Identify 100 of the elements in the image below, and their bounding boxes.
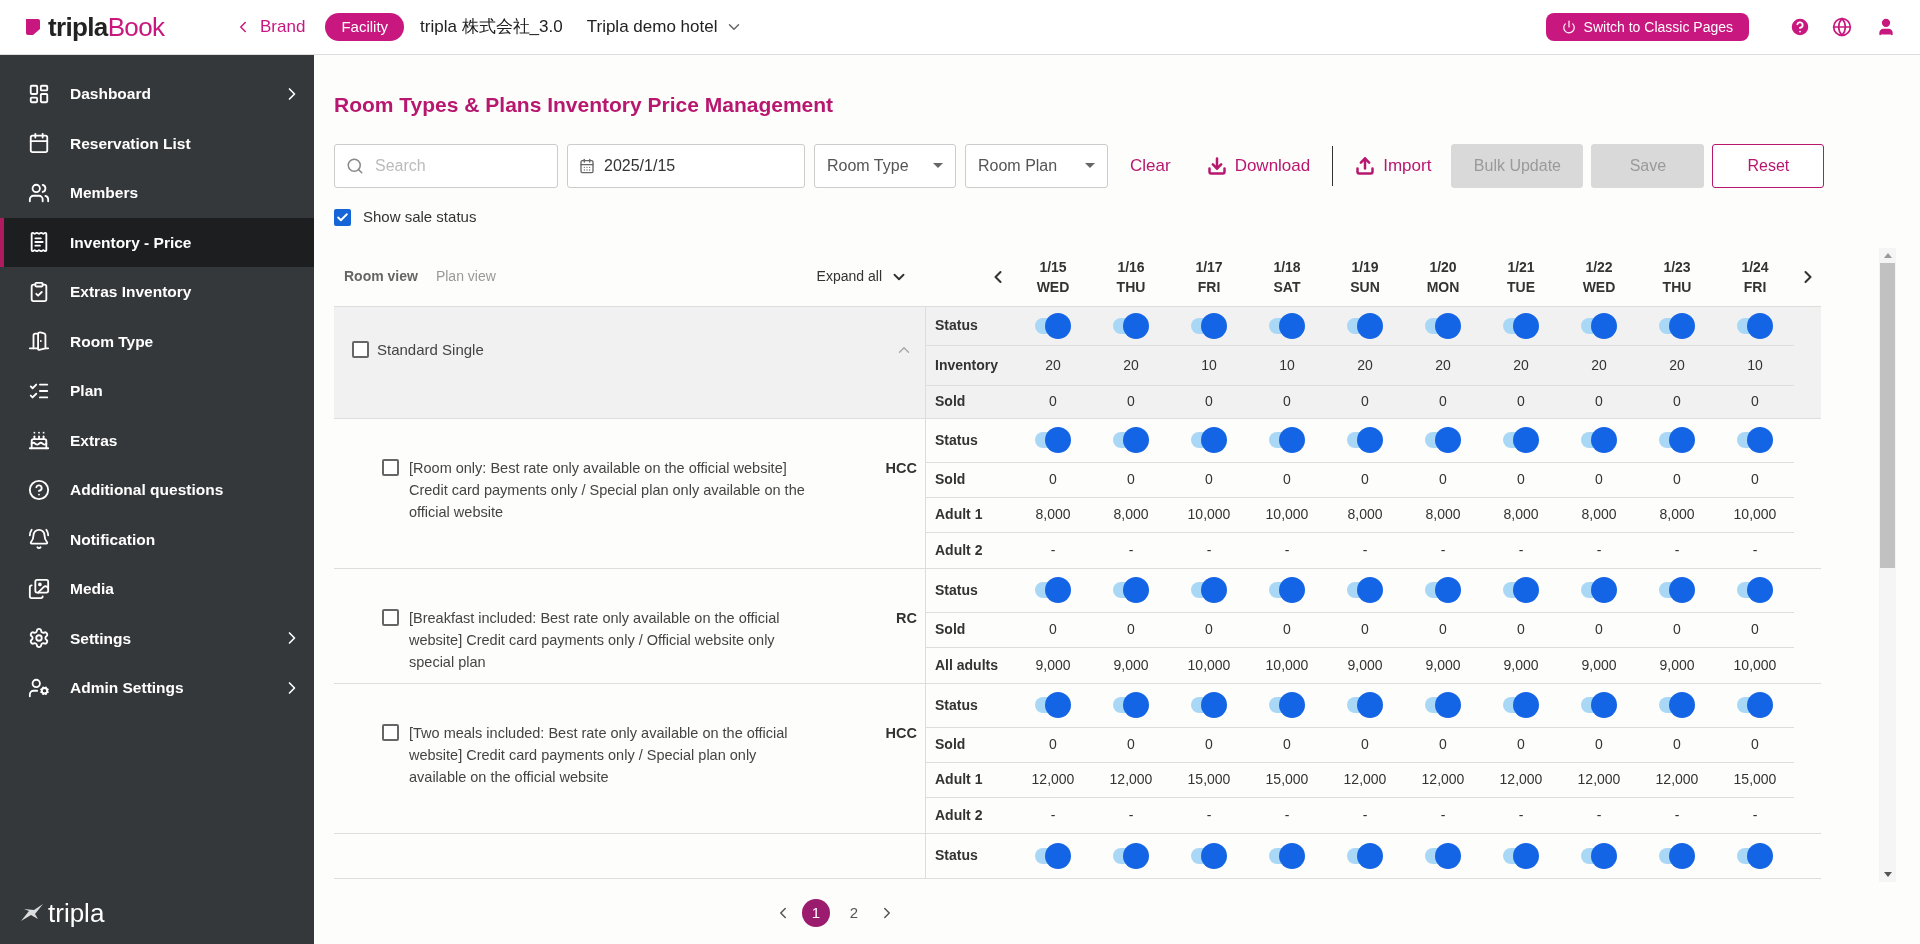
status-toggle[interactable]	[1113, 842, 1149, 869]
date-field[interactable]: 2025/1/15	[567, 143, 805, 188]
sidebar-item[interactable]: Plan	[0, 366, 314, 416]
room-type-dropdown[interactable]: Room Type	[814, 143, 956, 188]
table-cell-text: 8,000	[1346, 505, 1384, 524]
table-cell-text: 20	[1044, 355, 1062, 375]
status-toggle[interactable]	[1425, 842, 1461, 869]
status-toggle[interactable]	[1113, 427, 1149, 453]
status-toggle[interactable]	[1425, 577, 1461, 603]
date-column-header: 1/20 MON	[1425, 257, 1461, 297]
status-toggle[interactable]	[1269, 312, 1305, 339]
status-toggle[interactable]	[1347, 842, 1383, 869]
sidebar-item[interactable]: Media	[0, 564, 314, 614]
status-toggle[interactable]	[1737, 692, 1773, 718]
status-toggle[interactable]	[1425, 312, 1461, 339]
sidebar-item[interactable]: Extras Inventory	[0, 267, 314, 317]
status-toggle[interactable]	[1113, 312, 1149, 339]
sidebar-item[interactable]: Notification	[0, 514, 314, 564]
status-toggle[interactable]	[1737, 577, 1773, 603]
status-toggle[interactable]	[1347, 692, 1383, 718]
table-cell-text: 15,000	[1186, 770, 1232, 789]
status-toggle[interactable]	[1659, 692, 1695, 718]
sale-status-checkbox[interactable]	[334, 209, 351, 226]
import-button[interactable]: Import	[1355, 152, 1432, 179]
help-icon[interactable]	[1789, 16, 1811, 38]
table-cell-text: 0	[1204, 392, 1214, 411]
globe-icon[interactable]	[1832, 17, 1852, 37]
status-toggle[interactable]	[1191, 692, 1227, 718]
user-icon[interactable]	[1876, 17, 1896, 37]
table-cell-text: 0	[1360, 392, 1370, 411]
plan-code: HCC	[885, 723, 917, 743]
hotel-dropdown[interactable]: Tripla demo hotel	[586, 14, 744, 40]
status-toggle[interactable]	[1269, 577, 1305, 603]
reset-button[interactable]: Reset	[1712, 143, 1825, 188]
status-toggle[interactable]	[1503, 577, 1539, 603]
status-toggle[interactable]	[1503, 427, 1539, 453]
plan-checkbox[interactable]	[382, 723, 399, 741]
plan-checkbox[interactable]	[382, 458, 399, 476]
status-toggle[interactable]	[1347, 427, 1383, 453]
status-toggle[interactable]	[1737, 427, 1773, 453]
room-checkbox[interactable]	[352, 340, 369, 358]
table-cell-text: 10,000	[1264, 655, 1310, 675]
status-toggle[interactable]	[1659, 312, 1695, 339]
page-button[interactable]: 2	[840, 899, 868, 927]
sidebar-item[interactable]: Settings	[0, 613, 314, 663]
status-toggle[interactable]	[1581, 842, 1617, 869]
view-tab[interactable]: Room view	[344, 266, 418, 287]
table-cell-text: -	[1439, 540, 1447, 560]
status-toggle[interactable]	[1191, 577, 1227, 603]
download-button[interactable]: Download	[1206, 152, 1311, 179]
status-toggle[interactable]	[1659, 842, 1695, 869]
classic-pages-button[interactable]: Switch to Classic Pages	[1545, 13, 1749, 41]
brand-back-link[interactable]: Brand	[234, 14, 306, 40]
sidebar-item[interactable]: Inventory - Price	[0, 217, 314, 267]
status-toggle[interactable]	[1425, 692, 1461, 718]
plan-checkbox[interactable]	[382, 608, 399, 626]
status-toggle[interactable]	[1191, 312, 1227, 339]
table-cell-text: -	[1439, 805, 1447, 825]
sidebar-item[interactable]: Dashboard	[0, 69, 314, 119]
status-toggle[interactable]	[1659, 427, 1695, 453]
status-toggle[interactable]	[1737, 842, 1773, 869]
status-toggle[interactable]	[1191, 842, 1227, 869]
status-toggle[interactable]	[1113, 577, 1149, 603]
status-toggle[interactable]	[1035, 842, 1071, 869]
expand-all-button[interactable]: Expand all	[816, 266, 908, 287]
status-toggle[interactable]	[1581, 577, 1617, 603]
status-toggle[interactable]	[1269, 692, 1305, 718]
scrollbar[interactable]	[1879, 247, 1896, 882]
status-toggle[interactable]	[1347, 577, 1383, 603]
sidebar-item[interactable]: Admin Settings	[0, 663, 314, 713]
sidebar-item[interactable]: Room Type	[0, 316, 314, 366]
status-toggle[interactable]	[1269, 427, 1305, 453]
status-toggle[interactable]	[1581, 427, 1617, 453]
help-icon	[28, 478, 50, 501]
status-toggle[interactable]	[1035, 312, 1071, 339]
clear-button[interactable]: Clear	[1130, 152, 1171, 179]
status-toggle[interactable]	[1113, 692, 1149, 718]
room-plan-dropdown[interactable]: Room Plan	[965, 143, 1108, 188]
search-field[interactable]: Search	[334, 143, 558, 188]
status-toggle[interactable]	[1659, 577, 1695, 603]
status-toggle[interactable]	[1581, 312, 1617, 339]
status-toggle[interactable]	[1191, 427, 1227, 453]
status-toggle[interactable]	[1347, 312, 1383, 339]
sidebar-item[interactable]: Reservation List	[0, 118, 314, 168]
status-toggle[interactable]	[1035, 692, 1071, 718]
status-toggle[interactable]	[1425, 427, 1461, 453]
sidebar-item[interactable]: Additional questions	[0, 465, 314, 515]
page-button[interactable]: 1	[802, 899, 830, 927]
table-cell-text: 0	[1282, 620, 1292, 639]
status-toggle[interactable]	[1503, 312, 1539, 339]
sidebar-item[interactable]: Members	[0, 168, 314, 218]
status-toggle[interactable]	[1581, 692, 1617, 718]
status-toggle[interactable]	[1035, 577, 1071, 603]
sidebar-item[interactable]: Extras	[0, 415, 314, 465]
status-toggle[interactable]	[1269, 842, 1305, 869]
status-toggle[interactable]	[1503, 692, 1539, 718]
status-toggle[interactable]	[1737, 312, 1773, 339]
status-toggle[interactable]	[1503, 842, 1539, 869]
table-cell-text: 8,000	[1112, 505, 1150, 524]
status-toggle[interactable]	[1035, 427, 1071, 453]
